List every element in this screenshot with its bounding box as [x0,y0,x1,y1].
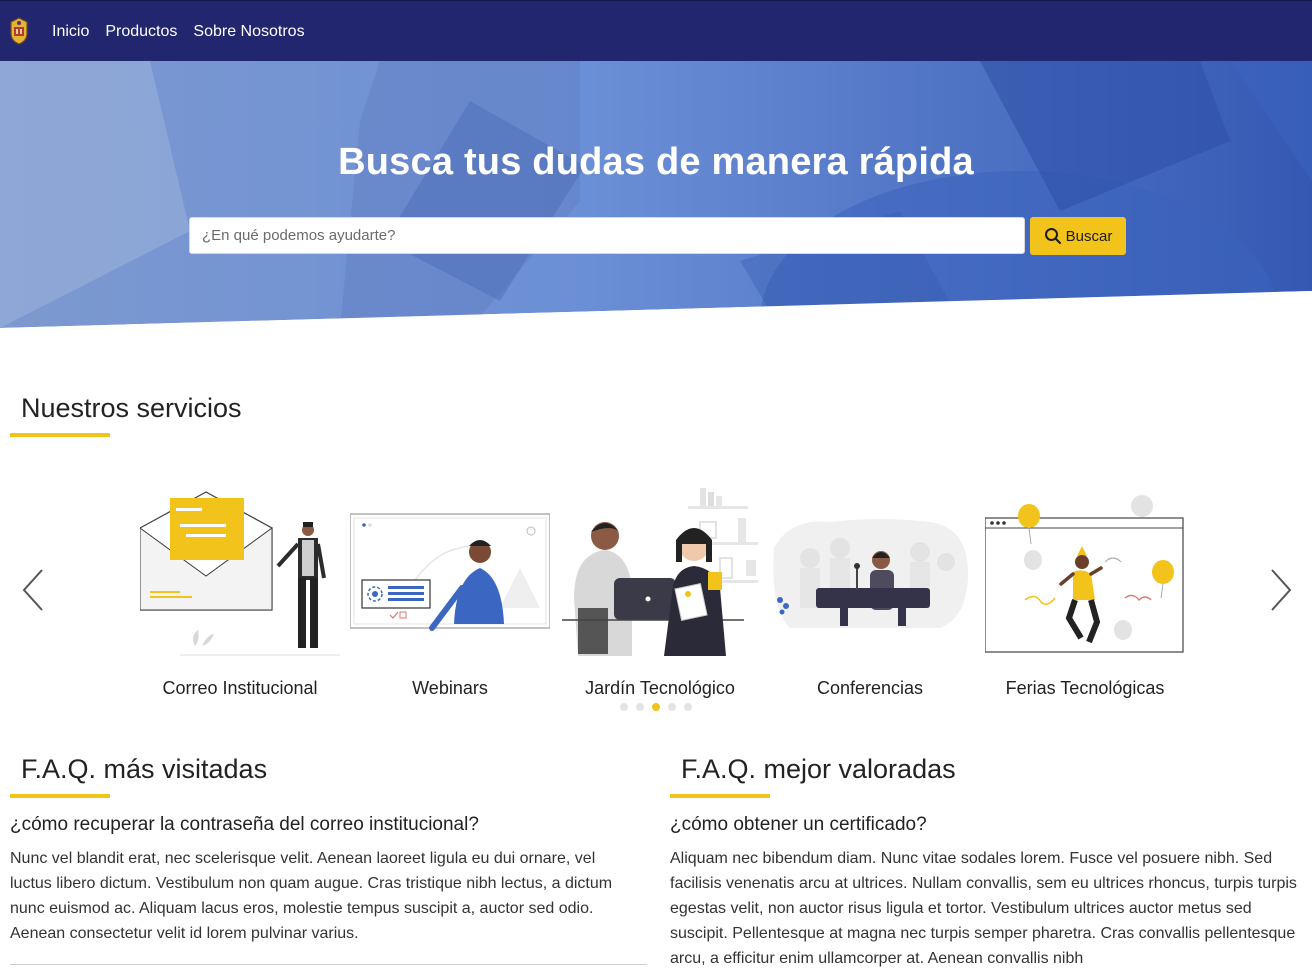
service-label-webinars: Webinars [412,678,488,698]
conference-illustration [773,519,969,628]
search-input[interactable] [189,217,1025,254]
carousel-dot-active[interactable] [652,703,660,711]
nav-link-inicio[interactable]: Inicio [52,23,89,41]
carousel-indicators [620,703,692,711]
carousel-dot[interactable] [636,703,644,711]
search-button-label: Buscar [1065,227,1113,245]
envelope-illustration [140,491,340,656]
service-label-ferias: Ferias Tecnológicas [1005,678,1165,698]
chevron-left-icon[interactable] [18,566,48,614]
search-icon [1044,228,1061,244]
hero-title: Busca tus dudas de manera rápida [338,141,974,183]
faq-visited-answer: Nunc vel blandit erat, nec scelerisque v… [10,850,613,942]
faq-visited-item[interactable]: ¿cómo recuperar la contraseña del correo… [10,814,640,946]
service-label-correo: Correo Institucional [162,678,318,698]
webinar-illustration [350,513,550,631]
service-label-jardin: Jardín Tecnológico [585,678,735,698]
faq-rated-underline [670,794,770,798]
faq-visited-question[interactable]: ¿cómo recuperar la contraseña del correo… [10,814,640,836]
carousel-dot[interactable] [684,703,692,711]
faq-rated-title: F.A.Q. mejor valoradas [681,754,956,784]
services-title-underline [10,433,110,437]
carousel-dot[interactable] [668,703,676,711]
faq-rated-question[interactable]: ¿cómo obtener un certificado? [670,814,1310,836]
faq-visited-underline [10,794,110,798]
party-celebration-illustration [985,495,1184,653]
top-navbar: Inicio Productos Sobre Nosotros [0,0,1312,61]
search-button[interactable]: Buscar [1030,217,1126,255]
faq-divider [10,964,647,965]
hero-background [0,61,1312,328]
chevron-right-icon[interactable] [1266,566,1296,614]
services-title: Nuestros servicios [21,393,242,423]
faq-rated-item[interactable]: ¿cómo obtener un certificado? Aliquam ne… [670,814,1310,971]
hero-banner: Busca tus dudas de manera rápida Buscar [0,61,1312,328]
university-crest-icon[interactable] [8,17,30,45]
nav-link-sobre-nosotros[interactable]: Sobre Nosotros [193,23,304,41]
faq-rated-answer: Aliquam nec bibendum diam. Nunc vitae so… [670,850,1297,967]
faq-visited-title: F.A.Q. más visitadas [21,754,268,784]
nav-link-productos[interactable]: Productos [105,23,177,41]
laptop-people-illustration [562,488,758,656]
carousel-dot[interactable] [620,703,628,711]
service-label-conferencias: Conferencias [816,678,924,698]
